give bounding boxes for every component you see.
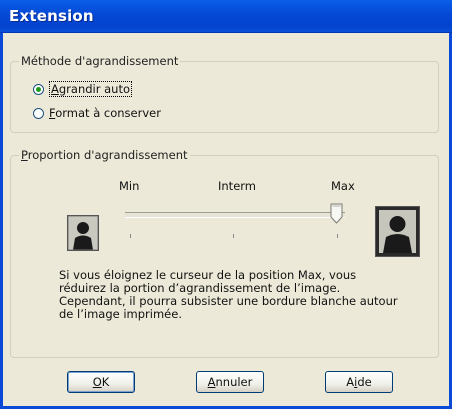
radio-agrandir-auto-label: Agrandir auto [49, 81, 132, 97]
slider-tick-min [130, 234, 131, 238]
ok-button-label: OK [92, 375, 110, 389]
radio-button[interactable] [33, 107, 44, 119]
help-button-label: Aide [346, 375, 372, 389]
slider-tick-interm [233, 234, 234, 238]
slider-max-label: Max [331, 179, 355, 193]
description-line: de l’image imprimée. [59, 307, 182, 321]
method-group-legend: Méthode d'agrandissement [19, 54, 181, 68]
radio-agrandir-auto[interactable]: Agrandir auto [33, 81, 132, 97]
radio-button-selected[interactable] [33, 83, 44, 95]
person-large-icon [375, 206, 420, 257]
slider-interm-label: Interm [218, 179, 256, 193]
window-title: Extension [9, 7, 94, 25]
cancel-button[interactable]: Annuler [196, 371, 264, 393]
radio-format-a-conserver[interactable]: Format à conserver [33, 106, 161, 120]
slider-min-label: Min [119, 179, 140, 193]
method-group: Méthode d'agrandissement [10, 54, 439, 133]
person-small-icon [67, 215, 99, 251]
title-bar: Extension [0, 0, 452, 33]
ok-button[interactable]: OK [67, 371, 135, 393]
cancel-button-label: Annuler [207, 375, 253, 389]
slider-description: Si vous éloignez le curseur de la positi… [59, 269, 398, 321]
slider-track[interactable] [125, 212, 345, 218]
help-button[interactable]: Aide [325, 371, 393, 393]
proportion-group-legend: Proportion d'agrandissement [19, 148, 190, 162]
radio-format-label: Format à conserver [49, 106, 161, 120]
slider-thumb[interactable] [330, 203, 343, 229]
slider-tick-max [337, 234, 338, 238]
